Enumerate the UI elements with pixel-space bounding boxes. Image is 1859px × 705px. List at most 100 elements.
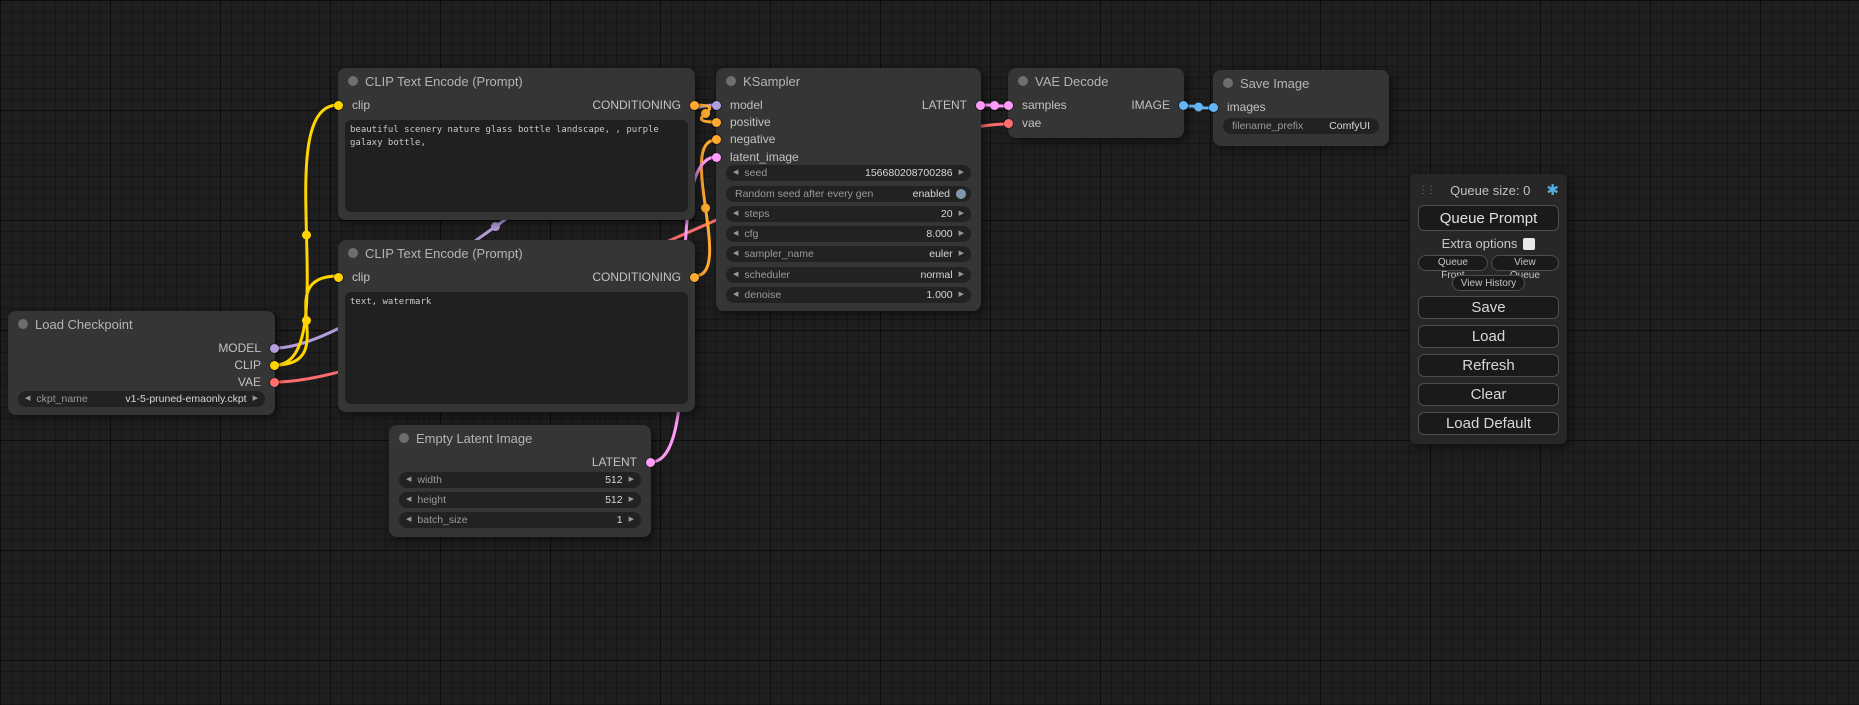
widget-batch-size[interactable]: ◀ batch_size 1 ▶: [399, 512, 641, 528]
node-title-label: CLIP Text Encode (Prompt): [365, 246, 523, 261]
decrement-arrow-icon[interactable]: ◀: [406, 472, 411, 488]
node-vae-decode[interactable]: VAE Decode samples IMAGE vae: [1008, 68, 1184, 138]
negative-input-dot[interactable]: [712, 135, 721, 144]
link-midpoint-dot: [701, 109, 710, 118]
widget-denoise[interactable]: ◀ denoise 1.000 ▶: [726, 287, 971, 303]
slot-row: model LATENT: [716, 97, 981, 114]
decrement-arrow-icon[interactable]: ◀: [733, 287, 738, 303]
output-slot-model[interactable]: MODEL: [8, 340, 275, 357]
node-clip-text-encode-positive[interactable]: CLIP Text Encode (Prompt) clip CONDITION…: [338, 68, 695, 220]
decrement-arrow-icon[interactable]: ◀: [406, 492, 411, 508]
input-slot-vae[interactable]: vae: [1008, 115, 1184, 132]
widget-width[interactable]: ◀ width 512 ▶: [399, 472, 641, 488]
view-queue-button[interactable]: View Queue: [1491, 255, 1559, 271]
decrement-arrow-icon[interactable]: ◀: [733, 206, 738, 222]
node-clip-text-encode-negative[interactable]: CLIP Text Encode (Prompt) clip CONDITION…: [338, 240, 695, 412]
widget-sampler-name[interactable]: ◀ sampler_name euler ▶: [726, 246, 971, 262]
toggle-dot[interactable]: [956, 189, 966, 199]
slot-label: images: [1227, 99, 1266, 116]
collapse-dot-icon[interactable]: [726, 76, 736, 86]
link-midpoint-dot: [302, 316, 311, 325]
node-save-image[interactable]: Save Image images filename_prefix ComfyU…: [1213, 70, 1389, 146]
prev-arrow-icon[interactable]: ◀: [733, 246, 738, 262]
widget-seed[interactable]: ◀ seed 156680208700286 ▶: [726, 165, 971, 181]
decrement-arrow-icon[interactable]: ◀: [733, 165, 738, 181]
collapse-dot-icon[interactable]: [18, 319, 28, 329]
input-slot-positive[interactable]: positive: [716, 114, 981, 131]
input-slot-latent-image[interactable]: latent_image: [716, 149, 981, 166]
drag-handle-icon[interactable]: ⋮⋮: [1418, 185, 1434, 196]
next-arrow-icon[interactable]: ▶: [959, 246, 964, 262]
widget-cfg[interactable]: ◀ cfg 8.000 ▶: [726, 226, 971, 242]
decrement-arrow-icon[interactable]: ◀: [406, 512, 411, 528]
model-output-dot[interactable]: [270, 344, 279, 353]
vae-output-dot[interactable]: [270, 378, 279, 387]
increment-arrow-icon[interactable]: ▶: [959, 165, 964, 181]
increment-arrow-icon[interactable]: ▶: [959, 287, 964, 303]
prev-arrow-icon[interactable]: ◀: [733, 267, 738, 283]
widget-steps[interactable]: ◀ steps 20 ▶: [726, 206, 971, 222]
collapse-dot-icon[interactable]: [1018, 76, 1028, 86]
node-ksampler[interactable]: KSampler model LATENT positive negative …: [716, 68, 981, 311]
clear-button[interactable]: Clear: [1418, 383, 1559, 406]
clip-input-dot[interactable]: [334, 101, 343, 110]
load-button[interactable]: Load: [1418, 325, 1559, 348]
node-empty-latent-image[interactable]: Empty Latent Image LATENT ◀ width 512 ▶ …: [389, 425, 651, 537]
increment-arrow-icon[interactable]: ▶: [629, 472, 634, 488]
collapse-dot-icon[interactable]: [399, 433, 409, 443]
conditioning-output-dot[interactable]: [690, 273, 699, 282]
slot-label: LATENT: [592, 454, 637, 471]
settings-gear-icon[interactable]: ✱: [1546, 181, 1559, 199]
widget-scheduler[interactable]: ◀ scheduler normal ▶: [726, 267, 971, 283]
clip-input-dot[interactable]: [334, 273, 343, 282]
image-output-dot[interactable]: [1179, 101, 1188, 110]
input-slot-images[interactable]: images: [1213, 99, 1389, 116]
collapse-dot-icon[interactable]: [1223, 78, 1233, 88]
widget-height[interactable]: ◀ height 512 ▶: [399, 492, 641, 508]
output-slot-latent[interactable]: LATENT: [389, 454, 651, 471]
clip-output-dot[interactable]: [270, 361, 279, 370]
increment-arrow-icon[interactable]: ▶: [629, 512, 634, 528]
load-default-button[interactable]: Load Default: [1418, 412, 1559, 435]
refresh-button[interactable]: Refresh: [1418, 354, 1559, 377]
model-input-dot[interactable]: [712, 101, 721, 110]
prev-arrow-icon[interactable]: ◀: [25, 391, 30, 407]
widget-random-seed[interactable]: Random seed after every gen enabled: [726, 186, 971, 202]
images-input-dot[interactable]: [1209, 103, 1218, 112]
view-history-button[interactable]: View History: [1452, 275, 1525, 291]
queue-front-button[interactable]: Queue Front: [1418, 255, 1488, 271]
next-arrow-icon[interactable]: ▶: [959, 267, 964, 283]
decrement-arrow-icon[interactable]: ◀: [733, 226, 738, 242]
node-load-checkpoint[interactable]: Load Checkpoint MODEL CLIP VAE ◀ ckpt_na…: [8, 311, 275, 415]
collapse-dot-icon[interactable]: [348, 76, 358, 86]
next-arrow-icon[interactable]: ▶: [253, 391, 258, 407]
vae-input-dot[interactable]: [1004, 119, 1013, 128]
samples-input-dot[interactable]: [1004, 101, 1013, 110]
output-slot-clip[interactable]: CLIP: [8, 357, 275, 374]
prompt-textarea[interactable]: text, watermark: [345, 292, 688, 404]
slot-row: clip CONDITIONING: [338, 269, 695, 286]
extra-options-checkbox[interactable]: [1523, 238, 1535, 250]
slot-label: samples: [1022, 97, 1067, 114]
extra-options-row: Extra options: [1418, 236, 1559, 251]
output-slot-vae[interactable]: VAE: [8, 374, 275, 391]
widget-value: 8.000: [926, 228, 952, 240]
queue-prompt-button[interactable]: Queue Prompt: [1418, 205, 1559, 231]
input-slot-negative[interactable]: negative: [716, 131, 981, 148]
collapse-dot-icon[interactable]: [348, 248, 358, 258]
increment-arrow-icon[interactable]: ▶: [959, 226, 964, 242]
widget-label: filename_prefix: [1232, 120, 1303, 132]
conditioning-output-dot[interactable]: [690, 101, 699, 110]
widget-ckpt-name[interactable]: ◀ ckpt_name v1-5-pruned-emaonly.ckpt ▶: [18, 391, 265, 407]
increment-arrow-icon[interactable]: ▶: [959, 206, 964, 222]
latent-image-input-dot[interactable]: [712, 153, 721, 162]
latent-output-dot[interactable]: [646, 458, 655, 467]
save-button[interactable]: Save: [1418, 296, 1559, 319]
latent-output-dot[interactable]: [976, 101, 985, 110]
positive-input-dot[interactable]: [712, 118, 721, 127]
prompt-textarea[interactable]: beautiful scenery nature glass bottle la…: [345, 120, 688, 212]
widget-filename-prefix[interactable]: filename_prefix ComfyUI: [1223, 118, 1379, 134]
widget-value: ComfyUI: [1329, 120, 1370, 132]
increment-arrow-icon[interactable]: ▶: [629, 492, 634, 508]
graph-canvas[interactable]: Load Checkpoint MODEL CLIP VAE ◀ ckpt_na…: [0, 0, 1859, 705]
